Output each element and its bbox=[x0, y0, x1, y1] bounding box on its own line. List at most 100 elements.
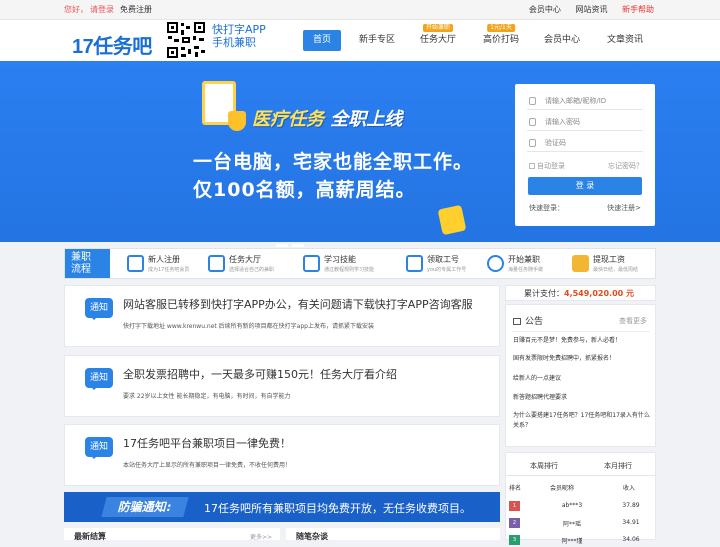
rank-user: 阿***瑾 bbox=[561, 538, 583, 545]
quick-register-link[interactable]: 快速注册> bbox=[607, 203, 641, 213]
pencil-icon bbox=[127, 255, 144, 272]
shield-icon bbox=[228, 111, 246, 131]
forgot-password-link[interactable]: 忘记密码？ bbox=[608, 161, 643, 171]
rank-user: ab***3 bbox=[561, 502, 583, 509]
captcha-field[interactable]: 验证码 bbox=[527, 134, 643, 152]
announcement-item[interactable]: 给新人的一点建议 bbox=[513, 374, 651, 384]
hand-icon bbox=[406, 255, 423, 272]
checkbox-icon bbox=[529, 163, 535, 169]
notice-card[interactable]: 通知 网站客服已转移到快打字APP办公，有关问题请下载快打字APP咨询客服 快打… bbox=[64, 285, 500, 347]
banner-line3: 仅100名额，高薪周结。 bbox=[193, 179, 416, 201]
tab-monthly[interactable]: 本月排行 bbox=[604, 461, 632, 471]
nav-captcha[interactable]: 1元/1天 高价打码 bbox=[479, 24, 523, 51]
rank-header-user: 会员昵称 bbox=[550, 485, 575, 492]
announcement-item[interactable]: 为什么要搭建17任务吧？17任务吧和17录入有什么关系？ bbox=[513, 411, 651, 431]
ranking-panel: 本周排行 本月排行 排名 会员昵称 收入 1 ab***3 37.89 2 阿**瑶 3… bbox=[505, 452, 656, 545]
latest-settlement-panel: 最新结算 更多>> bbox=[64, 528, 280, 541]
anti-fraud-banner: 防骗通知: 17任务吧所有兼职项目均免费开放，无任务收费项目。 bbox=[64, 492, 500, 522]
anti-fraud-tag: 防骗通知: bbox=[101, 497, 189, 517]
clock-icon bbox=[487, 255, 504, 272]
tab-weekly[interactable]: 本周排行 bbox=[530, 461, 558, 471]
rank-row: 3 阿***瑾 34.06 bbox=[506, 533, 655, 547]
nav-badge: 开始兼职 bbox=[422, 24, 454, 32]
essays-panel: 随笔杂谈 bbox=[286, 528, 500, 541]
top-bar-right: 会员中心 网站资讯 新手帮助 bbox=[517, 0, 654, 19]
rank-number: 1 bbox=[509, 501, 520, 511]
carousel-dot[interactable] bbox=[292, 244, 304, 247]
total-paid: 累计支付：4,549,020.00 元 bbox=[505, 285, 656, 301]
announcement-more-link[interactable]: 查看更多 bbox=[619, 316, 647, 326]
register-link[interactable]: 免费注册 bbox=[120, 5, 152, 14]
notice-tag: 通知 bbox=[85, 368, 113, 390]
app-promo-line2: 手机兼职 bbox=[212, 36, 256, 49]
nav-badge: 1元/1天 bbox=[487, 24, 515, 32]
nav-home[interactable]: 首页 bbox=[303, 30, 341, 51]
top-bar-left: 您好， 请登录 免费注册 bbox=[64, 0, 152, 19]
notice-card[interactable]: 通知 17任务吧平台兼职项目一律免费！ 本站任务大厅上显示的所有兼职项目一律免费… bbox=[64, 424, 500, 486]
newbie-help-link[interactable]: 新手帮助 bbox=[622, 5, 654, 14]
cursor-icon bbox=[208, 255, 225, 272]
login-button[interactable]: 登 录 bbox=[528, 177, 642, 195]
site-news-link[interactable]: 网站资讯 bbox=[575, 5, 607, 14]
notice-title[interactable]: 全职发票招聘中，一天最多可赚150元！任务大厅看介绍 bbox=[123, 366, 397, 382]
user-icon bbox=[529, 97, 536, 105]
bottom-panels: 最新结算 更多>> 随笔杂谈 bbox=[64, 528, 500, 541]
shield-check-icon bbox=[529, 139, 536, 147]
process-bar: 兼职 流程 新人注册 成为17任务吧会员 任务大厅 选择适合自己的兼职 学习技能 通过教… bbox=[64, 248, 656, 279]
wallet-icon bbox=[572, 255, 589, 272]
notice-title[interactable]: 网站客服已转移到快打字APP办公，有关问题请下载快打字APP咨询客服 bbox=[123, 296, 473, 312]
rank-number: 3 bbox=[509, 535, 520, 545]
announcement-item[interactable]: 日赚百元不是梦！免费参与，新人必看！ bbox=[513, 336, 651, 346]
rank-row: 2 阿**瑶 34.91 bbox=[506, 516, 655, 530]
header: 17任务吧 快打字APP 手机兼职 首页 新手专区 开始兼职 任务大厅 1元/1天… bbox=[0, 20, 720, 61]
rank-user: 阿**瑶 bbox=[562, 521, 581, 528]
nav-task-hall[interactable]: 开始兼职 任务大厅 bbox=[418, 24, 458, 51]
app-promo-line1: 快打字APP bbox=[212, 23, 266, 36]
speaker-icon bbox=[513, 318, 521, 325]
password-field[interactable]: 请输入密码 bbox=[527, 113, 643, 131]
notice-tag: 通知 bbox=[85, 298, 113, 320]
divider bbox=[512, 331, 650, 332]
greeting-text: 您好， bbox=[64, 5, 88, 14]
notice-card[interactable]: 通知 全职发票招聘中，一天最多可赚150元！任务大厅看介绍 要求 22岁以上女性… bbox=[64, 355, 500, 417]
banner-line2: 一台电脑，宅家也能全职工作。 bbox=[193, 151, 474, 173]
total-paid-value: 4,549,020.00 元 bbox=[564, 289, 634, 298]
rank-number: 2 bbox=[509, 518, 520, 528]
lock-icon bbox=[529, 118, 536, 126]
notice-body: 快打字下载地址 www.krenwu.net 后续所有新的项目都在快打字app上… bbox=[123, 323, 374, 330]
login-panel: 请输入邮箱/昵称/ID 请输入密码 验证码 自动登录 忘记密码？ 登 录 快速登… bbox=[515, 84, 655, 226]
nav-newbie[interactable]: 新手专区 bbox=[355, 30, 399, 51]
process-label: 兼职 流程 bbox=[65, 249, 110, 278]
notice-body: 本站任务大厅上显示的所有兼职项目一律免费，不收任何费用！ bbox=[123, 462, 292, 469]
notice-title[interactable]: 17任务吧平台兼职项目一律免费！ bbox=[123, 435, 291, 451]
announcement-item[interactable]: 新答题招聘代理要求 bbox=[513, 393, 651, 403]
notice-tag: 通知 bbox=[85, 437, 113, 459]
banner-headline: 医疗任务 全职上线 bbox=[252, 109, 403, 130]
announcement-item[interactable]: 国有发票限时免费招聘中，抓紧报名！ bbox=[513, 354, 651, 364]
rank-row: 1 ab***3 37.89 bbox=[506, 499, 655, 513]
username-field[interactable]: 请输入邮箱/昵称/ID bbox=[527, 92, 643, 110]
rank-money: 37.89 bbox=[622, 502, 640, 509]
rank-money: 34.91 bbox=[622, 519, 640, 526]
member-center-link[interactable]: 会员中心 bbox=[529, 5, 561, 14]
carousel-dot[interactable] bbox=[276, 244, 288, 247]
rank-header-money: 收入 bbox=[623, 485, 636, 492]
anti-fraud-message: 17任务吧所有兼职项目均免费开放，无任务收费项目。 bbox=[204, 502, 471, 515]
login-link[interactable]: 请登录 bbox=[90, 5, 114, 14]
nav-articles[interactable]: 文章资讯 bbox=[605, 30, 645, 51]
announcement-panel: 公告 查看更多 日赚百元不是梦！免费参与，新人必看！ 国有发票限时免费招聘中，抓… bbox=[505, 304, 656, 447]
graduation-cap-icon bbox=[303, 255, 320, 272]
nav-member[interactable]: 会员中心 bbox=[542, 30, 582, 51]
rank-header-rank: 排名 bbox=[509, 485, 522, 492]
announcement-title: 公告 bbox=[513, 314, 543, 327]
quick-login-label: 快速登录： bbox=[529, 204, 564, 212]
top-bar: 您好， 请登录 免费注册 会员中心 网站资讯 新手帮助 bbox=[0, 0, 720, 20]
site-logo[interactable]: 17任务吧 bbox=[72, 30, 152, 59]
notice-body: 要求 22岁以上女性 能长期稳定，有电脑，有时间，有自学能力 bbox=[123, 393, 291, 400]
app-promo: 快打字APP 手机兼职 bbox=[212, 23, 266, 49]
ranking-tabs: 本周排行 本月排行 bbox=[506, 453, 655, 476]
qr-code-icon bbox=[165, 20, 207, 60]
coin-icon bbox=[437, 204, 467, 236]
auto-login-checkbox[interactable]: 自动登录 bbox=[529, 161, 565, 171]
total-paid-label: 累计支付： bbox=[524, 289, 564, 298]
